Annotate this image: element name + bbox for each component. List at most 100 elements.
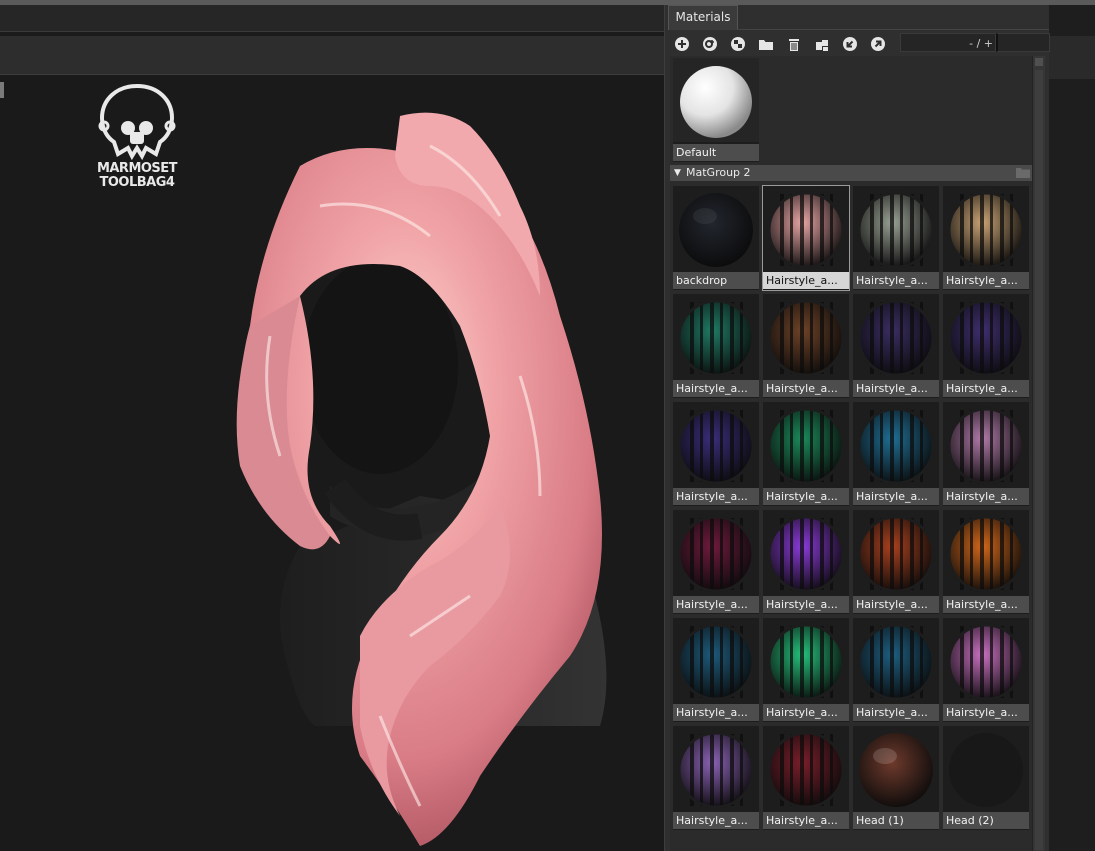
material-card[interactable]: Hairstyle_a... xyxy=(853,402,939,506)
viewport-tool-strip xyxy=(0,36,664,75)
material-label: Hairstyle_a... xyxy=(763,488,849,505)
material-card[interactable]: Hairstyle_a... xyxy=(763,402,849,506)
material-label: Hairstyle_a... xyxy=(673,596,759,613)
material-card[interactable]: Hairstyle_a... xyxy=(943,294,1029,398)
material-card[interactable]: Hairstyle_a... xyxy=(943,402,1029,506)
material-label: Head (1) xyxy=(853,812,939,829)
monkey-skull-icon xyxy=(98,83,176,161)
material-card[interactable]: Hairstyle_a... xyxy=(943,186,1029,290)
folder-icon[interactable] xyxy=(755,33,777,55)
zoom-control[interactable]: - / + xyxy=(900,33,996,52)
group-folder-icon[interactable] xyxy=(1016,167,1030,178)
material-card[interactable]: Hairstyle_a... xyxy=(763,510,849,614)
zoom-slider[interactable] xyxy=(996,33,1050,52)
import-icon[interactable] xyxy=(839,33,861,55)
material-card[interactable]: Hairstyle_a... xyxy=(853,510,939,614)
material-preview xyxy=(853,618,939,702)
material-preview xyxy=(943,726,1029,810)
material-preview xyxy=(763,618,849,702)
materials-toolbar: - / + xyxy=(671,30,1050,58)
material-label: Hairstyle_a... xyxy=(673,380,759,397)
material-group-name: MatGroup 2 xyxy=(686,166,751,179)
material-preview xyxy=(673,402,759,486)
viewport-render xyxy=(236,112,607,846)
material-label: Hairstyle_a... xyxy=(763,704,849,721)
material-preview xyxy=(673,294,759,378)
material-label: Head (2) xyxy=(943,812,1029,829)
material-preview xyxy=(943,294,1029,378)
material-card[interactable]: Hairstyle_a... xyxy=(943,618,1029,722)
3d-viewport[interactable]: MARMOSET TOOLBAG4 xyxy=(0,76,664,851)
material-label: Hairstyle_a... xyxy=(763,812,849,829)
material-preview xyxy=(763,294,849,378)
material-card[interactable]: Head (2) xyxy=(943,726,1029,830)
material-label: Hairstyle_a... xyxy=(943,380,1029,397)
material-card[interactable]: Hairstyle_a... xyxy=(673,726,759,830)
collapse-arrow-icon[interactable]: ▼ xyxy=(674,165,681,181)
material-card[interactable]: backdrop xyxy=(673,186,759,290)
material-label: Hairstyle_a... xyxy=(943,272,1029,289)
material-card[interactable]: Hairstyle_a... xyxy=(853,294,939,398)
material-preview xyxy=(853,726,939,810)
material-preview xyxy=(673,186,759,270)
material-label: Hairstyle_a... xyxy=(853,596,939,613)
material-label: Hairstyle_a... xyxy=(943,704,1029,721)
viewport-menu-strip xyxy=(0,5,664,32)
material-preview xyxy=(853,186,939,270)
material-preview xyxy=(853,294,939,378)
material-label: Hairstyle_a... xyxy=(853,380,939,397)
material-card[interactable]: Hairstyle_a... xyxy=(762,185,850,291)
material-card[interactable]: Hairstyle_a... xyxy=(853,618,939,722)
export-icon[interactable] xyxy=(867,33,889,55)
material-label: Hairstyle_a... xyxy=(853,488,939,505)
material-default[interactable]: Default xyxy=(673,58,759,162)
scroll-thumb[interactable] xyxy=(1035,70,1043,850)
material-label: backdrop xyxy=(673,272,759,289)
material-card[interactable]: Hairstyle_a... xyxy=(763,726,849,830)
material-preview xyxy=(943,618,1029,702)
trash-icon[interactable] xyxy=(783,33,805,55)
material-preview xyxy=(673,510,759,594)
material-label: Hairstyle_a... xyxy=(673,812,759,829)
duplicate-material-icon[interactable] xyxy=(699,33,721,55)
marmoset-logo: MARMOSET TOOLBAG4 xyxy=(92,82,182,192)
material-preview xyxy=(943,186,1029,270)
material-card[interactable]: Hairstyle_a... xyxy=(673,618,759,722)
material-label: Hairstyle_a... xyxy=(763,596,849,613)
material-preview xyxy=(853,402,939,486)
material-card[interactable]: Head (1) xyxy=(853,726,939,830)
tab-materials[interactable]: Materials xyxy=(668,5,738,30)
material-sphere xyxy=(679,193,753,267)
material-label: Hairstyle_a... xyxy=(763,380,849,397)
material-label: Hairstyle_a... xyxy=(673,704,759,721)
add-material-icon[interactable] xyxy=(671,33,693,55)
material-card[interactable]: Hairstyle_a... xyxy=(763,294,849,398)
material-label: Default xyxy=(673,144,759,161)
material-preview xyxy=(673,726,759,810)
material-card[interactable]: Hairstyle_a... xyxy=(673,294,759,398)
material-card[interactable]: Hairstyle_a... xyxy=(763,618,849,722)
material-preview xyxy=(943,402,1029,486)
scroll-up-arrow-icon[interactable] xyxy=(1035,58,1043,66)
material-card[interactable]: Hairstyle_a... xyxy=(673,510,759,614)
material-label: Hairstyle_a... xyxy=(763,272,849,289)
right-dock-edge xyxy=(1048,5,1095,851)
material-label: Hairstyle_a... xyxy=(853,704,939,721)
material-preview xyxy=(853,510,939,594)
checker-icon[interactable] xyxy=(727,33,749,55)
material-card[interactable]: Hairstyle_a... xyxy=(673,402,759,506)
material-preview xyxy=(763,186,849,270)
material-sphere xyxy=(949,733,1023,807)
material-card[interactable]: Hairstyle_a... xyxy=(853,186,939,290)
material-label: Hairstyle_a... xyxy=(943,596,1029,613)
material-sphere xyxy=(859,733,933,807)
material-preview xyxy=(763,402,849,486)
materials-scrollbar[interactable] xyxy=(1032,56,1045,851)
material-group-header[interactable]: ▼ MatGroup 2 xyxy=(670,165,1032,181)
material-preview xyxy=(943,510,1029,594)
material-label: Hairstyle_a... xyxy=(853,272,939,289)
material-card[interactable]: Hairstyle_a... xyxy=(943,510,1029,614)
logo-line-1: MARMOSET xyxy=(96,161,178,176)
apply-to-selection-icon[interactable] xyxy=(811,33,833,55)
material-preview xyxy=(673,618,759,702)
